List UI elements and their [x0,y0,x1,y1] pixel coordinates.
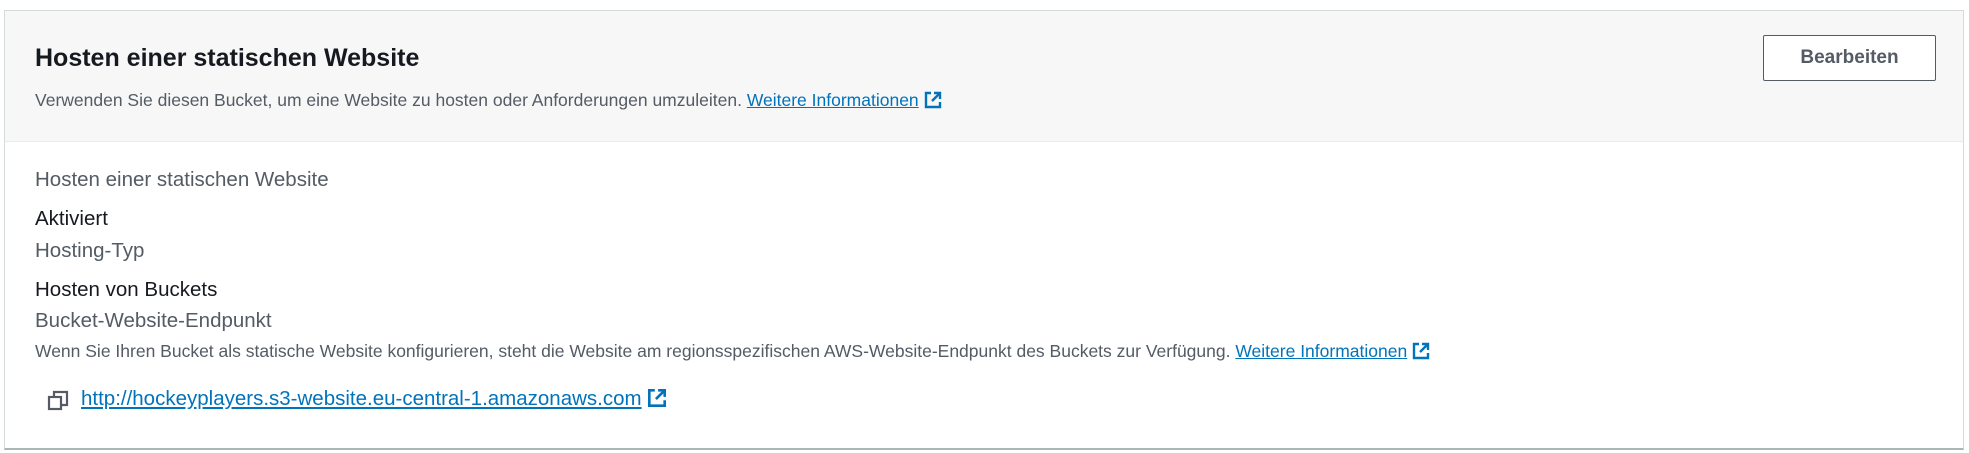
hosting-type-value: Hosten von Buckets [35,278,218,301]
endpoint-learn-more-label: Weitere Informationen [1235,341,1408,361]
external-link-icon [923,90,943,116]
panel-title: Hosten einer statischen Website [35,44,420,72]
endpoint-url-link[interactable]: http://hockeyplayers.s3-website.eu-centr… [81,385,668,417]
external-link-icon [1411,341,1431,367]
learn-more-link[interactable]: Weitere Informationen [747,90,943,110]
learn-more-link-label: Weitere Informationen [746,90,919,110]
edit-button[interactable]: Bearbeiten [1763,35,1936,81]
panel-description: Verwenden Sie diesen Bucket, um eine Web… [35,88,943,116]
description-text: Verwenden Sie diesen Bucket, um eine Web… [35,90,742,110]
endpoint-hint-text: Wenn Sie Ihren Bucket als statische Webs… [35,341,1231,361]
endpoint-row: http://hockeyplayers.s3-website.eu-centr… [47,386,668,416]
static-website-hosting-panel: Hosten einer statischen Website Verwende… [4,10,1964,450]
hosting-status-value: Aktiviert [35,207,108,230]
endpoint-learn-more-link[interactable]: Weitere Informationen [1235,341,1431,361]
panel-header: Hosten einer statischen Website Verwende… [5,11,1963,142]
hosting-type-label: Hosting-Typ [35,239,145,262]
endpoint-url-text: http://hockeyplayers.s3-website.eu-centr… [81,387,642,410]
endpoint-hint: Wenn Sie Ihren Bucket als statische Webs… [35,339,1431,367]
copy-icon[interactable] [47,390,69,412]
external-link-icon [646,387,668,417]
hosting-label: Hosten einer statischen Website [35,168,329,191]
endpoint-label: Bucket-Website-Endpunkt [35,309,272,332]
